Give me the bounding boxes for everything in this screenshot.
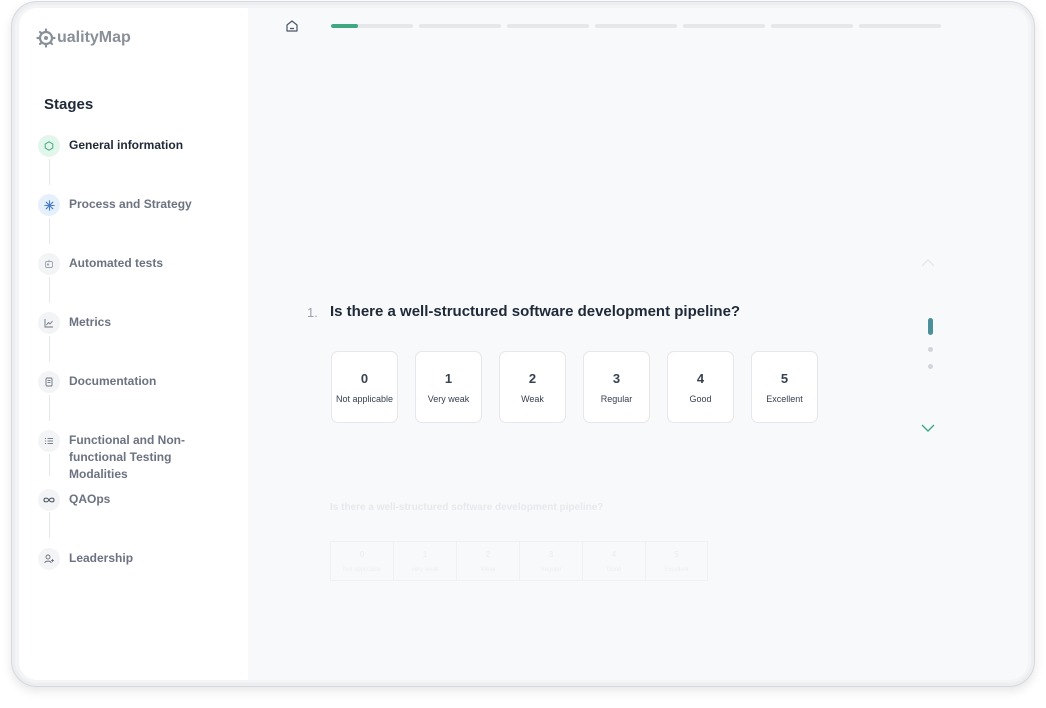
progress-segment: [859, 24, 941, 28]
preview-option: 0 Not applicable: [330, 541, 393, 581]
list-icon: [38, 430, 60, 452]
stage-connector: [49, 277, 50, 303]
progress-segment: [419, 24, 501, 28]
answer-options: 0 Not applicable 1 Very weak 2 Weak 3 Re…: [331, 351, 818, 423]
question-text: Is there a well-structured software deve…: [330, 303, 741, 320]
option-value: 5: [780, 370, 789, 386]
sidebar-item-functional-testing[interactable]: Functional and Non-functional Testing Mo…: [38, 430, 231, 483]
next-question-preview-text: Is there a well-structured software deve…: [330, 502, 604, 513]
stage-connector: [49, 218, 50, 244]
pagination-dot-active[interactable]: [927, 318, 933, 335]
progress-fill: [331, 24, 359, 28]
sidebar-item-label: Automated tests: [69, 256, 164, 270]
option-1-button[interactable]: 1 Very weak: [415, 351, 482, 423]
option-label: Very weak: [411, 566, 439, 573]
sidebar-item-label: QAOps: [69, 492, 111, 506]
chart-line-icon: [38, 312, 60, 334]
sidebar-item-general-information[interactable]: General information: [38, 135, 183, 157]
progress-segment: [507, 24, 589, 28]
pagination-dot[interactable]: [927, 364, 933, 369]
sidebar-item-leadership[interactable]: Leadership: [38, 548, 133, 570]
option-value: 0: [360, 370, 369, 386]
option-label: Not applicable: [335, 393, 394, 404]
option-value: 3: [612, 370, 621, 386]
next-question-button[interactable]: [921, 419, 935, 437]
previous-question-button[interactable]: [921, 254, 935, 272]
progress-segment: [331, 24, 413, 28]
sidebar-item-documentation[interactable]: Documentation: [38, 371, 156, 393]
option-label: Excellent: [664, 566, 689, 573]
stage-connector: [49, 159, 50, 185]
infinity-icon: [38, 489, 60, 511]
progress-bar: [331, 24, 941, 28]
sidebar-item-label: Process and Strategy: [69, 197, 192, 211]
sidebar-item-label: Functional and Non-functional Testing Mo…: [69, 433, 185, 481]
sidebar: ualityMap Stages General information Pro…: [19, 8, 248, 680]
option-value: 1: [444, 370, 453, 386]
home-button[interactable]: [285, 19, 299, 38]
stages-heading: Stages: [44, 96, 94, 113]
sidebar-item-label: General information: [69, 138, 184, 152]
stage-connector: [49, 336, 50, 362]
sidebar-item-label: Metrics: [69, 315, 112, 329]
asterisk-icon: [38, 194, 60, 216]
sidebar-item-label: Leadership: [69, 551, 134, 565]
chevron-up-icon: [921, 259, 935, 267]
home-icon: [286, 20, 298, 32]
question-number: 1.: [307, 305, 318, 320]
preview-option: 1 Very weak: [393, 541, 456, 581]
option-value: 0: [359, 549, 365, 559]
sidebar-item-label: Documentation: [69, 374, 157, 388]
option-value: 3: [548, 549, 554, 559]
progress-segment: [683, 24, 765, 28]
option-5-button[interactable]: 5 Excellent: [751, 351, 818, 423]
option-0-button[interactable]: 0 Not applicable: [331, 351, 398, 423]
preview-option: 4 Good: [582, 541, 645, 581]
option-label: Excellent: [766, 393, 803, 404]
next-question-preview-options: 0 Not applicable 1 Very weak 2 Weak 3 Regula…: [330, 541, 708, 581]
option-value: 5: [674, 549, 679, 559]
option-label: Good: [689, 393, 712, 404]
logo-text: ualityMap: [57, 29, 131, 46]
document-icon: [38, 371, 60, 393]
app-screen: ualityMap Stages General information Pro…: [19, 8, 1028, 680]
stage-connector: [49, 512, 50, 538]
preview-option: 5 Excellent: [645, 541, 708, 581]
sidebar-item-qaops[interactable]: QAOps: [38, 489, 110, 511]
pagination-dot[interactable]: [927, 347, 933, 352]
progress-segment: [595, 24, 677, 28]
stage-connector: [49, 395, 50, 421]
option-value: 1: [422, 549, 428, 559]
option-label: Regular: [600, 393, 633, 404]
gear-logo-icon: [36, 28, 56, 48]
sidebar-item-automated-tests[interactable]: Automated tests: [38, 253, 163, 275]
sidebar-item-process-strategy[interactable]: Process and Strategy: [38, 194, 192, 216]
option-label: Very weak: [427, 393, 470, 404]
robot-icon: [38, 253, 60, 275]
progress-segment: [771, 24, 853, 28]
option-3-button[interactable]: 3 Regular: [583, 351, 650, 423]
option-value: 4: [696, 370, 705, 386]
hexagon-icon: [38, 135, 60, 157]
logo: ualityMap: [36, 28, 131, 48]
option-label: Regular: [540, 566, 562, 573]
preview-option: 2 Weak: [456, 541, 519, 581]
sidebar-item-metrics[interactable]: Metrics: [38, 312, 111, 334]
option-2-button[interactable]: 2 Weak: [499, 351, 566, 423]
option-4-button[interactable]: 4 Good: [667, 351, 734, 423]
option-label: Weak: [480, 566, 496, 573]
question-pagination: [927, 318, 933, 369]
option-value: 2: [528, 370, 537, 386]
main-content: 1. Is there a well-structured software d…: [248, 8, 1028, 680]
option-label: Not applicable: [342, 566, 382, 573]
chevron-down-icon: [921, 424, 935, 432]
preview-option: 3 Regular: [519, 541, 582, 581]
option-value: 2: [485, 549, 491, 559]
option-label: Good: [606, 566, 622, 573]
users-icon: [38, 548, 60, 570]
option-label: Weak: [521, 393, 544, 404]
option-value: 4: [611, 549, 617, 559]
